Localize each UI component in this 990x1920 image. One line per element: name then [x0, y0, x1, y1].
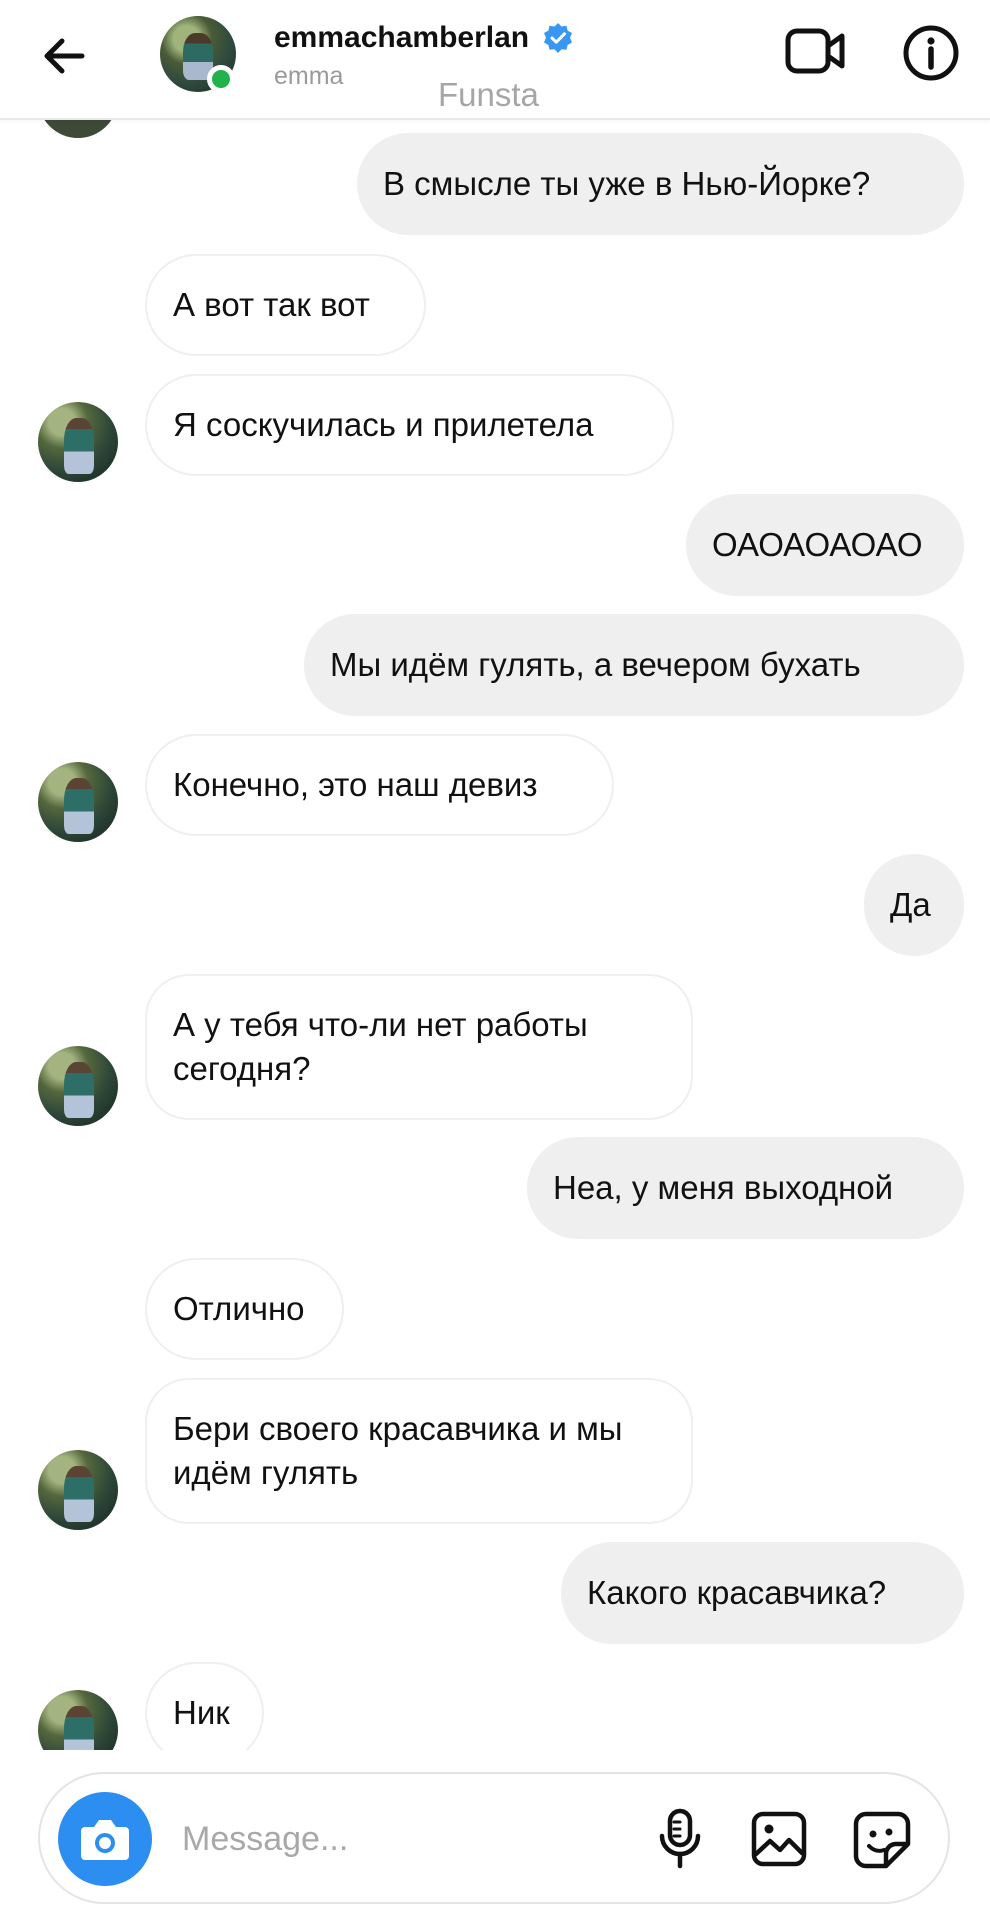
header-overlay-note: Funsta	[438, 76, 539, 113]
verified-badge-icon	[544, 23, 573, 53]
contact-subname: emma	[274, 62, 344, 90]
avatar[interactable]	[38, 1450, 118, 1530]
message-incoming[interactable]: Я соскучилась и прилетела	[145, 374, 674, 476]
message-outgoing[interactable]: Мы идём гулять, а вечером бухать	[304, 614, 964, 716]
message-incoming[interactable]: Ник	[145, 1662, 264, 1750]
info-icon[interactable]	[902, 24, 960, 82]
message-outgoing[interactable]: Да	[864, 854, 964, 956]
message-incoming[interactable]: А у тебя что-ли нет работы сегодня?	[145, 974, 693, 1120]
avatar[interactable]	[38, 402, 118, 482]
avatar[interactable]	[38, 1046, 118, 1126]
message-outgoing[interactable]: ОАОАОАОАО	[686, 494, 964, 596]
message-composer	[38, 1772, 950, 1904]
message-outgoing[interactable]: Какого красавчика?	[561, 1542, 964, 1644]
gallery-icon[interactable]	[750, 1810, 808, 1868]
message-incoming[interactable]: Конечно, это наш девиз	[145, 734, 614, 836]
contact-username: emmachamberlan	[274, 21, 530, 54]
chat-header: emmachamberlan emma Funsta	[0, 0, 990, 120]
message-incoming[interactable]: Бери своего красавчика и мы идём гулять	[145, 1378, 693, 1524]
sticker-icon[interactable]	[852, 1810, 912, 1870]
online-status-dot	[207, 65, 235, 93]
contact-name-row[interactable]: emmachamberlan	[274, 16, 575, 60]
microphone-icon[interactable]	[652, 1808, 708, 1870]
message-incoming[interactable]: Отлично	[145, 1258, 344, 1360]
message-outgoing[interactable]: Неа, у меня выходной	[527, 1137, 964, 1239]
avatar	[38, 118, 118, 138]
avatar[interactable]	[38, 762, 118, 842]
camera-button[interactable]	[58, 1792, 152, 1886]
message-incoming[interactable]: А вот так вот	[145, 254, 426, 356]
camera-icon	[81, 1820, 129, 1860]
message-input[interactable]	[180, 1808, 514, 1870]
avatar[interactable]	[38, 1690, 118, 1750]
back-arrow-icon[interactable]	[38, 30, 90, 82]
message-outgoing[interactable]: В смысле ты уже в Нью-Йорке?	[357, 133, 964, 235]
message-thread[interactable]: В смысле ты уже в Нью-Йорке? А вот так в…	[0, 118, 990, 1750]
video-call-icon[interactable]	[784, 24, 848, 78]
